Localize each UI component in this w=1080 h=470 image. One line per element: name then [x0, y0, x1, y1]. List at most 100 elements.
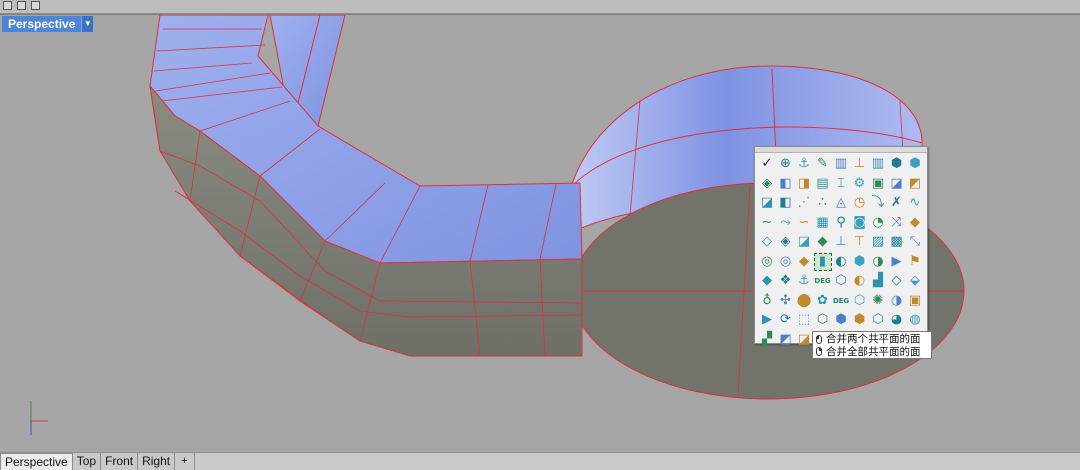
tool-icon[interactable]: ✗ — [889, 195, 905, 211]
tool-icon[interactable]: ◷ — [852, 195, 868, 211]
tool-icon[interactable]: ⬙ — [907, 273, 923, 289]
tab-right[interactable]: Right — [138, 453, 176, 470]
tool-icon[interactable]: ⬡ — [815, 312, 831, 328]
tool-icon[interactable]: ❖ — [778, 273, 794, 289]
tool-icon[interactable]: ◩ — [907, 176, 923, 192]
tool-icon[interactable]: ⬢ — [889, 156, 905, 172]
tool-icon[interactable]: ◕ — [889, 312, 905, 328]
tool-icon[interactable]: ◪ — [796, 234, 812, 250]
tool-icon[interactable]: ◆ — [907, 215, 923, 231]
tool-icon[interactable]: ◙ — [852, 215, 868, 231]
viewport-title-label[interactable]: Perspective — [2, 16, 82, 32]
tool-icon[interactable]: DEG — [814, 273, 830, 289]
tool-icon[interactable]: ✿ — [815, 293, 831, 309]
tool-icon[interactable]: DEG — [833, 293, 849, 309]
tool-icon[interactable]: ◆ — [796, 254, 812, 270]
tool-icon[interactable]: ▣ — [907, 293, 923, 309]
tool-icon[interactable]: ⤡ — [907, 234, 923, 250]
tool-icon[interactable]: ◧ — [778, 195, 794, 211]
tool-icon[interactable]: ▶ — [889, 254, 905, 270]
tool-icon[interactable]: ∿ — [907, 195, 923, 211]
tool-icon[interactable]: ✣ — [778, 293, 794, 309]
tool-icon[interactable]: ◪ — [759, 195, 775, 211]
tool-icon[interactable]: ◈ — [778, 234, 794, 250]
tool-icon[interactable]: ◎ — [778, 254, 794, 270]
toolbar-icon[interactable] — [17, 1, 26, 10]
tool-icon[interactable]: ▦ — [815, 215, 831, 231]
tool-icon[interactable]: ◔ — [870, 215, 886, 231]
tool-icon[interactable]: ✺ — [870, 293, 886, 309]
tool-icon[interactable]: ⟳ — [778, 312, 794, 328]
tool-icon[interactable]: ⊕ — [778, 156, 794, 172]
tool-icon[interactable]: ⬢ — [833, 312, 849, 328]
tool-icon[interactable]: ♁ — [759, 293, 775, 309]
tool-icon[interactable]: ◪ — [796, 332, 812, 348]
tool-icon[interactable]: ⋰ — [796, 195, 812, 211]
tool-icon[interactable]: ◆ — [815, 234, 831, 250]
tool-icon[interactable]: ◎ — [759, 254, 775, 270]
tool-icon[interactable]: ◇ — [889, 273, 905, 289]
tool-icon[interactable]: ⤨ — [889, 215, 905, 231]
bent-bar-solid[interactable] — [149, 15, 583, 357]
tool-icon[interactable]: ⬚ — [796, 312, 812, 328]
tool-icon[interactable]: ◑ — [870, 254, 886, 270]
tool-icon[interactable]: ▤ — [815, 176, 831, 192]
tool-icon[interactable]: ⊥ — [852, 156, 868, 172]
tool-icon[interactable]: ◐ — [852, 273, 868, 289]
tool-icon[interactable]: ⚓ — [796, 273, 812, 289]
toolbar-icon[interactable] — [31, 1, 40, 10]
tool-icon[interactable]: ⬢ — [852, 254, 868, 270]
tool-icon[interactable]: ∼ — [759, 215, 775, 231]
tab-front[interactable]: Front — [101, 453, 139, 470]
tool-icon[interactable]: ⚙ — [852, 176, 868, 192]
app-window: Perspective ▼ ✓ ⊕ ⚓ ✎ ▥ ⊥ ▥ ⬢ ⬢ ◈ ◧ ◨ ▤ ⌶ ⚙ ▣ ◪ ◩ ◪ ◧ ⋰ ∴ ◬ ◷ ⤵ ✗… — [0, 0, 1080, 470]
tool-icon[interactable]: ◆ — [759, 273, 775, 289]
tool-icon[interactable]: ⬡ — [852, 293, 868, 309]
tool-icon-grid: ✓ ⊕ ⚓ ✎ ▥ ⊥ ▥ ⬢ ⬢ ◈ ◧ ◨ ▤ ⌶ ⚙ ▣ ◪ ◩ ◪ ◧ ⋰ ∴ ◬ ◷ ⤵ ✗ ∿ ∼ ⤳ ∽ ▦ ⚲ ◙ ◔ ⤨ ◆ ◇ ◈ ◪ ◆… — [758, 155, 926, 350]
tool-icon[interactable]: ▞ — [759, 332, 775, 348]
tab-top[interactable]: Top — [72, 453, 102, 470]
panel-header[interactable] — [755, 147, 927, 153]
tool-icon[interactable]: ◧ — [778, 176, 794, 192]
tool-icon[interactable]: ▶ — [759, 312, 775, 328]
tool-icon[interactable]: ▥ — [833, 156, 849, 172]
tab-perspective[interactable]: Perspective — [0, 453, 73, 470]
chevron-down-icon[interactable]: ▼ — [81, 16, 94, 32]
tool-icon[interactable]: ◨ — [796, 176, 812, 192]
tool-icon[interactable]: ✎ — [815, 156, 831, 172]
tool-icon[interactable]: ⊥ — [833, 234, 849, 250]
right-mouse-icon — [816, 347, 822, 357]
tool-icon[interactable]: ◐ — [833, 254, 849, 270]
tool-icon[interactable]: ▟ — [870, 273, 886, 289]
toolbar-icon[interactable] — [3, 1, 12, 10]
tool-icon[interactable]: ⊤ — [852, 234, 868, 250]
tool-icon[interactable]: ◪ — [889, 176, 905, 192]
tool-icon[interactable]: ▮ — [813, 252, 832, 271]
tool-icon[interactable]: ⬤ — [796, 293, 812, 309]
tool-icon[interactable]: ✓ — [759, 156, 775, 172]
tool-icon[interactable]: ◍ — [907, 312, 923, 328]
tool-icon[interactable]: ∴ — [815, 195, 831, 211]
tool-icon[interactable]: ▣ — [870, 176, 886, 192]
tool-icon[interactable]: ⚲ — [833, 215, 849, 231]
tool-icon[interactable]: ⬡ — [870, 312, 886, 328]
viewport-title[interactable]: Perspective ▼ — [2, 16, 94, 32]
tool-icon[interactable]: ⚓ — [796, 156, 812, 172]
tool-icon[interactable]: ⤳ — [778, 215, 794, 231]
tool-icon[interactable]: ⤵ — [870, 195, 886, 211]
tool-icon[interactable]: ▨ — [870, 234, 886, 250]
tool-icon[interactable]: ⚑ — [907, 254, 923, 270]
add-tab-button[interactable]: + — [175, 453, 195, 470]
tool-icon[interactable]: ⬢ — [852, 312, 868, 328]
tool-icon[interactable]: ⌶ — [833, 176, 849, 192]
tool-icon[interactable]: ◑ — [889, 293, 905, 309]
tool-icon[interactable]: ⬡ — [833, 273, 849, 289]
tool-icon[interactable]: ◩ — [778, 332, 794, 348]
tool-icon[interactable]: ▥ — [870, 156, 886, 172]
tool-icon[interactable]: ▩ — [889, 234, 905, 250]
tool-icon[interactable]: ◇ — [759, 234, 775, 250]
tool-icon[interactable]: ∽ — [796, 215, 812, 231]
tool-icon[interactable]: ◬ — [833, 195, 849, 211]
tool-icon[interactable]: ◈ — [759, 176, 775, 192]
tool-icon[interactable]: ⬢ — [907, 156, 923, 172]
